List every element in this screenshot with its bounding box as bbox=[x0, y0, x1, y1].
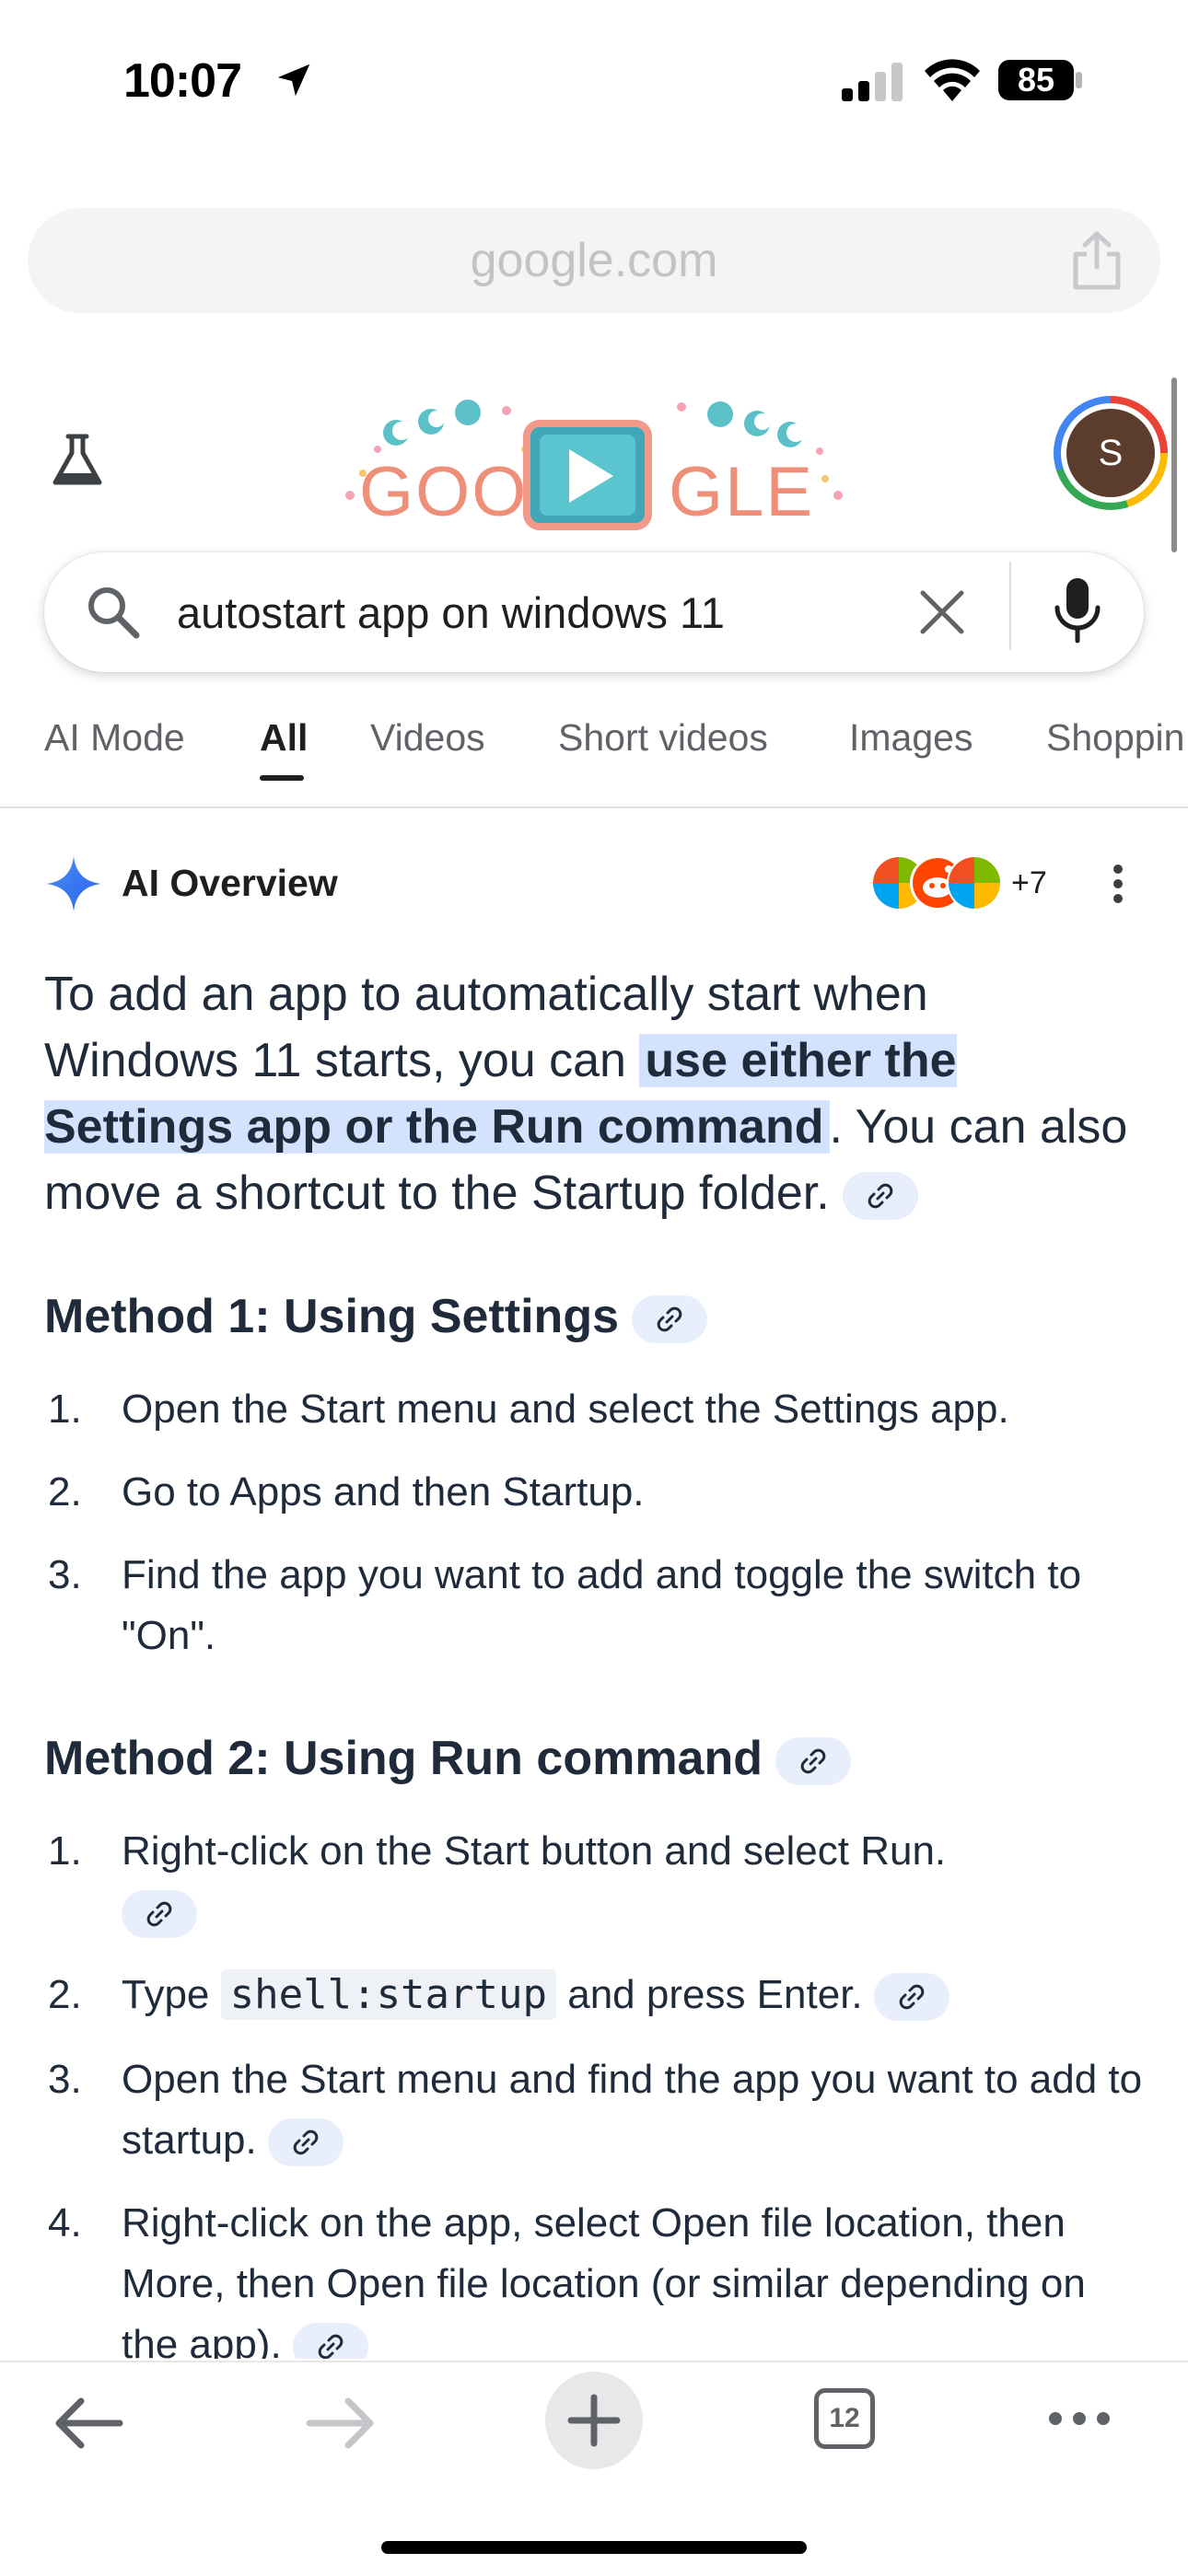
list-number: 2. bbox=[48, 1469, 82, 1514]
tab-shopping[interactable]: Shoppin bbox=[1046, 716, 1184, 760]
source-link-chip[interactable] bbox=[873, 1973, 949, 2022]
battery-level: 85 bbox=[1017, 61, 1055, 99]
step-text: Type bbox=[122, 1972, 221, 2017]
method-1-step-1: Open the Start menu and select the Setti… bbox=[122, 1387, 1009, 1432]
location-arrow-icon bbox=[277, 64, 310, 97]
command-code: shell:startup bbox=[220, 1969, 556, 2020]
method-2-step-4: Right-click on the app, select Open file… bbox=[122, 2193, 1144, 2359]
scrollbar-thumb[interactable] bbox=[1171, 377, 1177, 552]
tab-videos[interactable]: Videos bbox=[370, 716, 485, 760]
link-icon bbox=[801, 1748, 826, 1774]
svg-text:GOO: GOO bbox=[359, 453, 528, 531]
clear-search-icon[interactable] bbox=[915, 586, 969, 639]
avatar[interactable]: S bbox=[1066, 409, 1155, 497]
source-link-chip[interactable] bbox=[775, 1737, 852, 1786]
more-options-icon[interactable] bbox=[1103, 862, 1133, 906]
url-text: google.com bbox=[470, 234, 718, 287]
source-count[interactable]: +7 bbox=[1011, 865, 1047, 901]
link-icon bbox=[146, 1902, 172, 1927]
ai-overview-title: AI Overview bbox=[122, 862, 338, 904]
microphone-icon[interactable] bbox=[1050, 576, 1105, 646]
method-1-title: Method 1: Using Settings bbox=[44, 1290, 619, 1343]
source-link-chip[interactable] bbox=[632, 1295, 708, 1344]
link-icon bbox=[318, 2335, 344, 2359]
cellular-signal-icon bbox=[842, 63, 903, 101]
source-link-chip[interactable] bbox=[843, 1172, 919, 1221]
google-doodle-logo[interactable]: GOO GLE bbox=[322, 394, 866, 532]
method-1-step-3: Find the app you want to add and toggle … bbox=[122, 1552, 1082, 1658]
microsoft-source-icon bbox=[947, 855, 1002, 911]
tab-short-videos[interactable]: Short videos bbox=[558, 716, 768, 760]
source-link-chip[interactable] bbox=[292, 2323, 368, 2359]
active-tab-indicator bbox=[260, 775, 304, 781]
ai-overview-summary: To add an app to automatically start whe… bbox=[44, 961, 1131, 1226]
wifi-icon bbox=[925, 59, 980, 101]
back-arrow-icon[interactable] bbox=[52, 2394, 125, 2453]
list-number: 3. bbox=[48, 2057, 82, 2102]
search-divider bbox=[1009, 562, 1011, 650]
method-2-step-1: Right-click on the Start button and sele… bbox=[122, 1821, 1006, 1943]
link-icon bbox=[868, 1183, 893, 1209]
share-icon[interactable] bbox=[1068, 230, 1125, 291]
step-text: Right-click on the app, select Open file… bbox=[122, 2200, 1086, 2359]
tab-images[interactable]: Images bbox=[849, 716, 973, 760]
method-1-step-2: Go to Apps and then Startup. bbox=[122, 1469, 645, 1514]
tab-ai-mode[interactable]: AI Mode bbox=[44, 716, 185, 760]
tab-all[interactable]: All bbox=[260, 716, 308, 760]
link-icon bbox=[658, 1306, 682, 1332]
method-2-heading: Method 2: Using Run command bbox=[44, 1725, 852, 1792]
tabs-divider bbox=[0, 806, 1188, 808]
more-menu-icon[interactable] bbox=[1046, 2405, 1112, 2432]
labs-flask-icon[interactable] bbox=[48, 431, 107, 490]
home-indicator[interactable] bbox=[381, 2541, 807, 2554]
source-link-chip[interactable] bbox=[122, 1890, 197, 1939]
forward-arrow-icon[interactable] bbox=[304, 2394, 378, 2453]
source-favicons[interactable] bbox=[868, 853, 1006, 913]
ai-sparkle-icon bbox=[46, 856, 101, 911]
status-time: 10:07 bbox=[123, 54, 242, 108]
search-input[interactable]: autostart app on windows 11 bbox=[177, 586, 725, 641]
svg-text:GLE: GLE bbox=[669, 453, 814, 531]
battery-indicator: 85 bbox=[996, 57, 1085, 103]
tab-switcher-button[interactable]: 12 bbox=[814, 2388, 875, 2449]
source-link-chip[interactable] bbox=[267, 2118, 344, 2167]
plus-icon bbox=[567, 2394, 621, 2447]
link-icon bbox=[899, 1985, 925, 2010]
method-2-step-3: Open the Start menu and find the app you… bbox=[122, 2049, 1144, 2171]
step-text: Right-click on the Start button and sele… bbox=[122, 1828, 947, 1874]
step-text: and press Enter. bbox=[556, 1972, 863, 2017]
method-1-heading: Method 1: Using Settings bbox=[44, 1283, 708, 1350]
method-2-title: Method 2: Using Run command bbox=[44, 1732, 763, 1785]
search-icon bbox=[88, 587, 140, 639]
list-number: 1. bbox=[48, 1828, 82, 1874]
link-icon bbox=[293, 2130, 319, 2155]
list-number: 1. bbox=[48, 1387, 82, 1432]
list-number: 3. bbox=[48, 1552, 82, 1597]
address-bar[interactable]: google.com bbox=[28, 208, 1160, 313]
list-number: 4. bbox=[48, 2200, 82, 2245]
method-2-step-2: Type shell:startup and press Enter. bbox=[122, 1965, 1144, 2025]
list-number: 2. bbox=[48, 1972, 82, 2017]
